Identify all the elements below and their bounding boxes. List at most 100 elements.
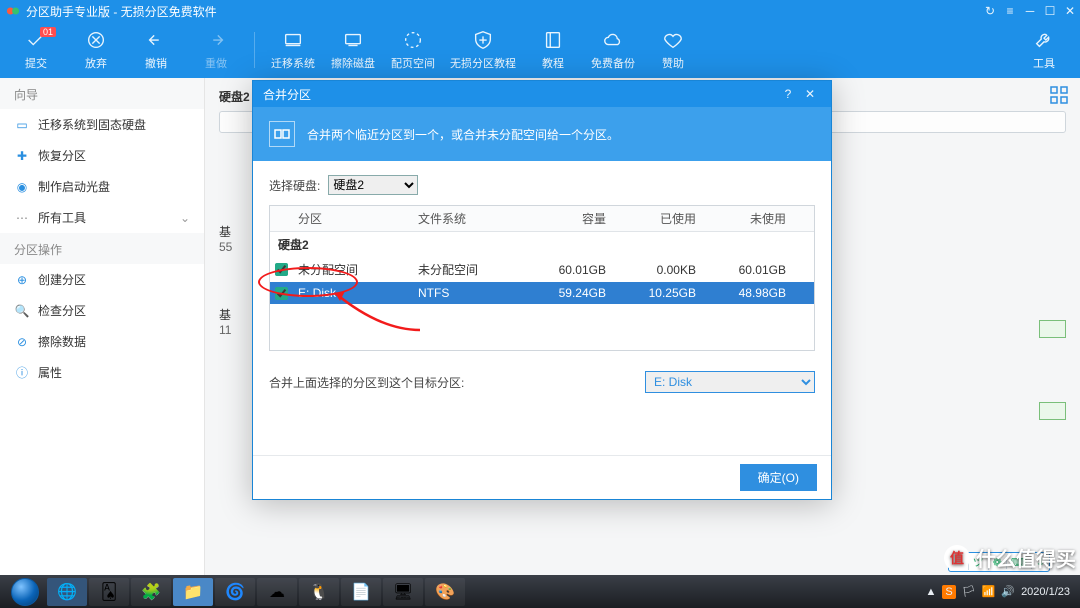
watermark-text: 什么值得买 xyxy=(976,543,1076,572)
col-fs: 文件系统 xyxy=(412,206,522,231)
col-partition: 分区 xyxy=(292,206,412,231)
minimize-icon[interactable]: ─ xyxy=(1020,4,1040,18)
shield-icon xyxy=(472,29,494,51)
dialog-body: 选择硬盘: 硬盘2 分区 文件系统 容量 已使用 未使用 硬盘2 未分配空间 未… xyxy=(253,161,831,455)
taskbar-app-3[interactable]: 🧩 xyxy=(131,578,171,606)
start-button[interactable] xyxy=(4,575,46,608)
main-toolbar: 01 提交 放弃 撤销 重做 迁移系统 擦除磁盘 配页空间 无损分区教程 教程 … xyxy=(0,22,1080,78)
wipe-button[interactable]: 擦除磁盘 xyxy=(323,29,383,71)
titlebar: 分区助手专业版 - 无损分区免费软件 ↻ ≡ ─ ☐ ✕ xyxy=(0,0,1080,22)
tray-sogou-icon[interactable]: S xyxy=(942,585,955,599)
dialog-title: 合并分区 xyxy=(263,86,311,103)
migrate-button[interactable]: 迁移系统 xyxy=(263,29,323,71)
erase-icon: ⊘ xyxy=(14,334,30,350)
app-logo-icon xyxy=(6,4,20,18)
bootdisc-icon: ◉ xyxy=(14,179,30,195)
dialog-close-icon[interactable]: ✕ xyxy=(799,87,821,101)
dialog-banner-text: 合并两个临近分区到一个，或合并未分配空间给一个分区。 xyxy=(307,126,619,143)
sidebar: 向导 ▭迁移系统到固态硬盘 ✚恢复分区 ◉制作启动光盘 ⋯所有工具⌄ 分区操作 … xyxy=(0,78,205,575)
partition-bar-2[interactable] xyxy=(1039,402,1066,420)
watermark-badge-icon: 值 xyxy=(944,545,970,571)
dialog-banner: 合并两个临近分区到一个，或合并未分配空间给一个分区。 xyxy=(253,107,831,161)
grid-view-icon[interactable] xyxy=(1050,86,1068,104)
redo-icon xyxy=(205,29,227,51)
taskbar-app-1[interactable]: 🌐 xyxy=(47,578,87,606)
merge-icon xyxy=(269,121,295,147)
taskbar-app-5[interactable]: 🌀 xyxy=(215,578,255,606)
ok-button[interactable]: 确定(O) xyxy=(740,464,817,491)
taskbar-app-9[interactable]: 🖥 xyxy=(383,578,423,606)
create-icon: ⊕ xyxy=(14,272,30,288)
tray-net-icon[interactable]: 📶 xyxy=(982,585,996,598)
recover-icon: ✚ xyxy=(14,148,30,164)
select-disk-label: 选择硬盘: xyxy=(269,177,320,194)
sidebar-item-create[interactable]: ⊕创建分区 xyxy=(0,264,204,295)
target-dropdown[interactable]: E: Disk xyxy=(645,371,815,393)
cloud-icon xyxy=(602,29,624,51)
col-free: 未使用 xyxy=(702,206,792,231)
taskbar-app-10[interactable]: 🎨 xyxy=(425,578,465,606)
menu-icon[interactable]: ≡ xyxy=(1000,4,1020,18)
quota-icon xyxy=(402,29,424,51)
window-title: 分区助手专业版 - 无损分区免费软件 xyxy=(26,3,217,20)
ssd-icon: ▭ xyxy=(14,117,30,133)
watermark: 值 什么值得买 xyxy=(944,543,1076,572)
sidebar-item-erase[interactable]: ⊘擦除数据 xyxy=(0,326,204,357)
taskbar: 🌐 🂡 🧩 📁 🌀 ☁ 🐧 📄 🖥 🎨 ▲ S 🏳 📶 🔊 2020/1/23 xyxy=(0,575,1080,608)
sidebar-item-migrate-ssd[interactable]: ▭迁移系统到固态硬盘 xyxy=(0,109,204,140)
donate-button[interactable]: 赞助 xyxy=(643,29,703,71)
sidebar-item-recover[interactable]: ✚恢复分区 xyxy=(0,140,204,171)
dialog-footer: 确定(O) xyxy=(253,455,831,499)
discard-button[interactable]: 放弃 xyxy=(66,29,126,71)
taskbar-app-6[interactable]: ☁ xyxy=(257,578,297,606)
maximize-icon[interactable]: ☐ xyxy=(1040,4,1060,18)
partition-grid: 分区 文件系统 容量 已使用 未使用 硬盘2 未分配空间 未分配空间 60.01… xyxy=(269,205,815,351)
tray-clock[interactable]: 2020/1/23 xyxy=(1021,586,1070,598)
undo-icon xyxy=(145,29,167,51)
tray-sound-icon[interactable]: 🔊 xyxy=(1001,585,1015,598)
tutorial-button[interactable]: 无损分区教程 xyxy=(443,29,523,71)
merge-dialog: 合并分区 ? ✕ 合并两个临近分区到一个，或合并未分配空间给一个分区。 选择硬盘… xyxy=(252,80,832,500)
sidebar-guide-header: 向导 xyxy=(0,78,204,109)
sidebar-item-bootdisc[interactable]: ◉制作启动光盘 xyxy=(0,171,204,202)
windows-orb-icon xyxy=(11,578,39,606)
discard-icon xyxy=(85,29,107,51)
tools-button[interactable]: 工具 xyxy=(1014,29,1074,71)
dialog-help-icon[interactable]: ? xyxy=(777,87,799,101)
disk-label: 硬盘2 xyxy=(219,88,250,105)
select-disk-dropdown[interactable]: 硬盘2 xyxy=(328,175,418,195)
props-icon: ⓘ xyxy=(14,365,30,381)
sidebar-item-check[interactable]: 🔍检查分区 xyxy=(0,295,204,326)
target-label: 合并上面选择的分区到这个目标分区: xyxy=(269,374,645,391)
sidebar-item-props[interactable]: ⓘ属性 xyxy=(0,357,204,388)
grid-row-e-disk[interactable]: E: Disk NTFS 59.24GB 10.25GB 48.98GB xyxy=(270,282,814,304)
dialog-titlebar: 合并分区 ? ✕ xyxy=(253,81,831,107)
migrate-icon xyxy=(282,29,304,51)
course-button[interactable]: 教程 xyxy=(523,29,583,71)
row-checkbox[interactable] xyxy=(275,287,288,300)
tray-icon[interactable]: ▲ xyxy=(925,586,936,598)
tray-flag-icon[interactable]: 🏳 xyxy=(962,585,976,598)
taskbar-app-8[interactable]: 📄 xyxy=(341,578,381,606)
check-icon: 🔍 xyxy=(14,303,30,319)
taskbar-app-2[interactable]: 🂡 xyxy=(89,578,129,606)
partition-bar-1[interactable] xyxy=(1039,320,1066,338)
redo-button[interactable]: 重做 xyxy=(186,29,246,71)
col-cap: 容量 xyxy=(522,206,612,231)
row-checkbox[interactable] xyxy=(275,263,288,276)
undo-button[interactable]: 撤销 xyxy=(126,29,186,71)
refresh-icon[interactable]: ↻ xyxy=(980,4,1000,18)
alltools-icon: ⋯ xyxy=(14,210,30,226)
submit-badge: 01 xyxy=(40,27,56,37)
backup-button[interactable]: 免费备份 xyxy=(583,29,643,71)
quota-button[interactable]: 配页空间 xyxy=(383,29,443,71)
sidebar-item-alltools[interactable]: ⋯所有工具⌄ xyxy=(0,202,204,233)
grid-row-unallocated[interactable]: 未分配空间 未分配空间 60.01GB 0.00KB 60.01GB xyxy=(270,257,814,282)
heart-icon xyxy=(662,29,684,51)
submit-button[interactable]: 01 提交 xyxy=(6,29,66,71)
close-icon[interactable]: ✕ xyxy=(1060,4,1080,18)
taskbar-app-7[interactable]: 🐧 xyxy=(299,578,339,606)
system-tray: ▲ S 🏳 📶 🔊 2020/1/23 xyxy=(925,585,1076,599)
wrench-icon xyxy=(1033,29,1055,51)
taskbar-app-4[interactable]: 📁 xyxy=(173,578,213,606)
